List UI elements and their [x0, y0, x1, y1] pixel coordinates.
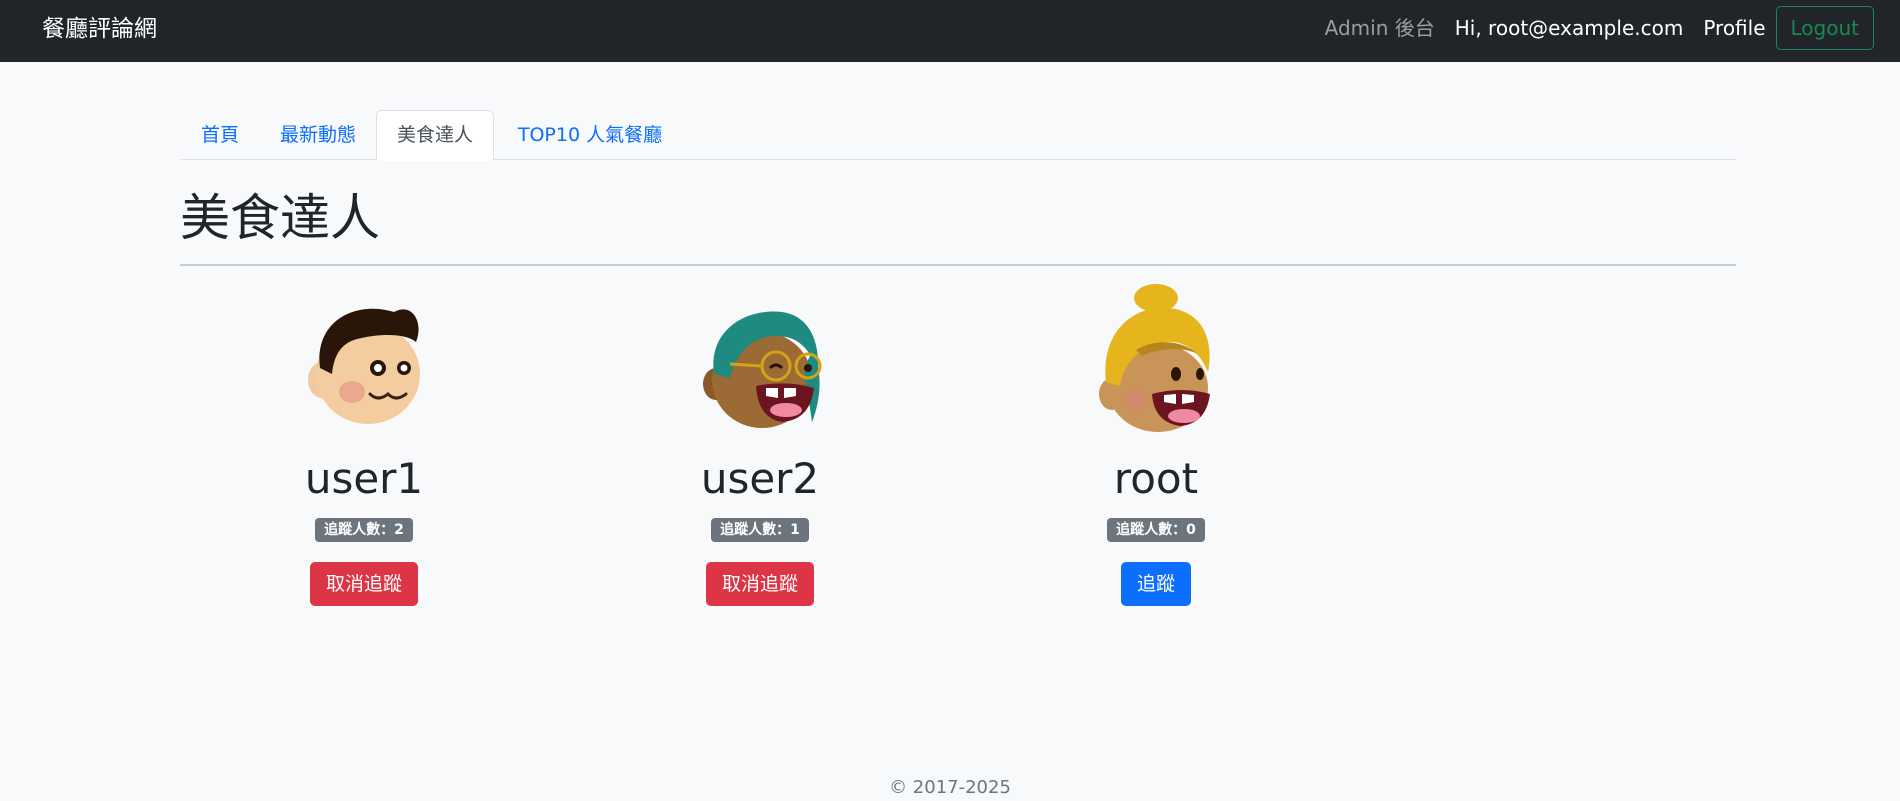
admin-link[interactable]: Admin 後台	[1325, 6, 1435, 50]
top-navbar: 餐廳評論網 Admin 後台 Hi, root@example.com Prof…	[0, 0, 1900, 62]
user-card: root 追蹤人數：0 追蹤	[1006, 282, 1306, 606]
follower-count-badge: 追蹤人數：1	[711, 518, 809, 542]
username[interactable]: root	[1006, 454, 1306, 504]
footer-copyright: © 2017-2025	[889, 777, 1011, 798]
title-divider	[180, 264, 1736, 266]
unfollow-button[interactable]: 取消追蹤	[309, 562, 418, 606]
profile-link[interactable]: Profile	[1703, 6, 1765, 50]
tab-top10-restaurants[interactable]: TOP10 人氣餐廳	[494, 110, 686, 160]
brand-link[interactable]: 餐廳評論網	[42, 14, 157, 44]
nav-tabs: 首頁 最新動態 美食達人 TOP10 人氣餐廳	[180, 110, 1736, 161]
glasses-avatar-icon[interactable]	[690, 282, 830, 432]
bun-hair-avatar-icon[interactable]	[1086, 282, 1226, 432]
page-title: 美食達人	[180, 189, 380, 247]
unfollow-button[interactable]: 取消追蹤	[705, 562, 814, 606]
tab-home[interactable]: 首頁	[180, 110, 260, 160]
tab-feeds[interactable]: 最新動態	[261, 110, 375, 160]
tab-top-users[interactable]: 美食達人	[376, 110, 494, 161]
logout-button[interactable]: Logout	[1775, 6, 1874, 50]
follower-count-badge: 追蹤人數：0	[1107, 518, 1205, 542]
user-card: user1 追蹤人數：2 取消追蹤	[214, 282, 514, 606]
user-card: user2 追蹤人數：1 取消追蹤	[610, 282, 910, 606]
navbar-right: Admin 後台 Hi, root@example.com Profile Lo…	[1325, 6, 1874, 50]
boy-avatar-icon[interactable]	[294, 282, 434, 432]
follow-button[interactable]: 追蹤	[1120, 562, 1191, 606]
user-greeting: Hi, root@example.com	[1454, 16, 1684, 40]
username[interactable]: user1	[214, 454, 514, 504]
follower-count-badge: 追蹤人數：2	[315, 518, 413, 542]
username[interactable]: user2	[610, 454, 910, 504]
